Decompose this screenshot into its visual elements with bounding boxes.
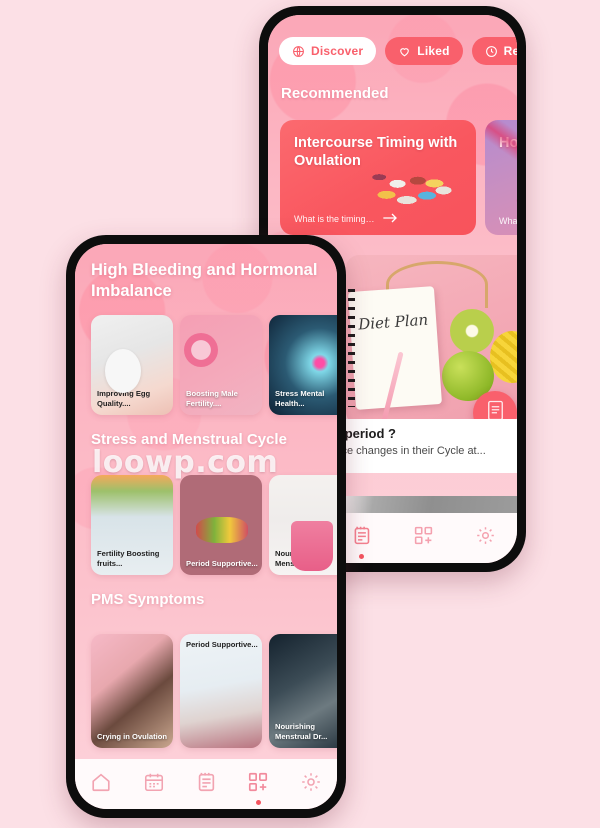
nav-notepad[interactable] (341, 518, 381, 559)
tab-discover[interactable]: Discover (279, 37, 377, 65)
card-label: Fertility Boosting fruits... (97, 549, 160, 569)
globe-icon (292, 45, 305, 58)
front-phone-screen: High Bleeding and Hormonal Imbalance Imp… (75, 244, 337, 809)
recommended-card-row: Intercourse Timing with Ovulation What i… (280, 120, 517, 235)
tab-recent-label: Recent (503, 44, 517, 58)
nav-grid-plus[interactable] (238, 764, 278, 805)
nav-active-dot (358, 554, 364, 559)
recommended-card-subtitle: What hormonal... (499, 216, 517, 226)
card-period-supportive-pms[interactable]: Period Supportive... (180, 634, 262, 748)
nav-settings[interactable] (466, 518, 506, 558)
card-label: Period Supportive... (186, 640, 258, 649)
card-label: Period Supportive... (186, 559, 258, 569)
home-icon (90, 771, 112, 798)
card-crying-in-ovulation[interactable]: Crying in Ovulation (91, 634, 173, 748)
recommended-card-hormonal-ovulation[interactable]: Hormonal Ovulation What hormonal... (485, 120, 517, 235)
section-title-stress-menstrual-cycle: Stress and Menstrual Cycle (91, 431, 287, 448)
recommended-card-subtitle: What is the timing of intercourses in... (294, 214, 376, 224)
heart-icon (398, 45, 411, 58)
card-label: Stress Mental Health... (275, 389, 325, 409)
notepad-icon (351, 525, 372, 551)
tab-liked-label: Liked (417, 44, 450, 58)
card-label: Nourishing Menstrual Dr... (275, 722, 328, 742)
notepad-icon (195, 771, 217, 798)
calendar-icon (143, 771, 165, 798)
card-row-stress: Fertility Boosting fruits... Period Supp… (91, 475, 337, 575)
page-title: High Bleeding and Hormonal Imbalance (91, 261, 318, 301)
tab-recent[interactable]: Recent (471, 37, 517, 65)
notebook-text: Diet Plan (357, 310, 429, 334)
pills-image (370, 164, 462, 208)
card-stress-mental-health[interactable]: Stress Mental Health... (269, 315, 337, 415)
nav-home[interactable] (81, 764, 121, 804)
nav-notepad[interactable] (186, 764, 226, 804)
card-nourishing-menstrual-drink-pms[interactable]: Nourishing Menstrual Dr... (269, 634, 337, 748)
card-row-pms: Crying in Ovulation Period Supportive...… (91, 634, 337, 748)
front-phone-bottom-nav (75, 759, 337, 809)
nav-calendar[interactable] (134, 764, 174, 804)
recommended-card-title: Intercourse Timing with Ovulation (294, 135, 458, 169)
recommended-card-footer: What hormonal... (499, 216, 517, 226)
card-label: Nourishing Menstrual Dr... (275, 549, 328, 569)
nav-grid-plus[interactable] (404, 518, 444, 558)
clock-icon (485, 45, 498, 58)
tab-discover-label: Discover (311, 44, 364, 58)
recommended-card-footer: What is the timing of intercourses in... (294, 212, 464, 226)
grid-plus-icon (413, 525, 434, 551)
kiwi-image (450, 309, 494, 353)
arrow-right-icon[interactable] (382, 212, 464, 226)
card-nourishing-menstrual-drink[interactable]: Nourishing Menstrual Dr... (269, 475, 337, 575)
measuring-tape-image (490, 331, 517, 383)
front-phone-device: High Bleeding and Hormonal Imbalance Imp… (66, 235, 346, 818)
nav-active-dot (255, 800, 261, 805)
nav-settings[interactable] (291, 764, 331, 804)
card-row-hormonal: Improving Egg Quality.... Boosting Male … (91, 315, 337, 415)
section-title-pms-symptoms: PMS Symptoms (91, 591, 205, 608)
notebook-image: Diet Plan (347, 286, 443, 410)
screenshot-stage: Discover Liked Rec (0, 0, 600, 828)
card-boosting-male-fertility[interactable]: Boosting Male Fertility.... (180, 315, 262, 415)
recommended-card-intercourse-timing[interactable]: Intercourse Timing with Ovulation What i… (280, 120, 476, 235)
tab-liked[interactable]: Liked (385, 37, 463, 65)
card-improving-egg-quality[interactable]: Improving Egg Quality.... (91, 315, 173, 415)
card-label: Improving Egg Quality.... (97, 389, 151, 409)
card-label: Crying in Ovulation (97, 732, 168, 742)
gear-icon (475, 525, 496, 551)
recommended-section-title: Recommended (281, 85, 389, 102)
notebook-spiral (348, 289, 355, 407)
discover-tab-bar: Discover Liked Rec (279, 37, 517, 65)
gear-icon (300, 771, 322, 798)
card-label: Boosting Male Fertility.... (186, 389, 238, 409)
card-fertility-boosting-fruits[interactable]: Fertility Boosting fruits... (91, 475, 173, 575)
grid-plus-icon (247, 771, 269, 798)
card-period-supportive[interactable]: Period Supportive... (180, 475, 262, 575)
